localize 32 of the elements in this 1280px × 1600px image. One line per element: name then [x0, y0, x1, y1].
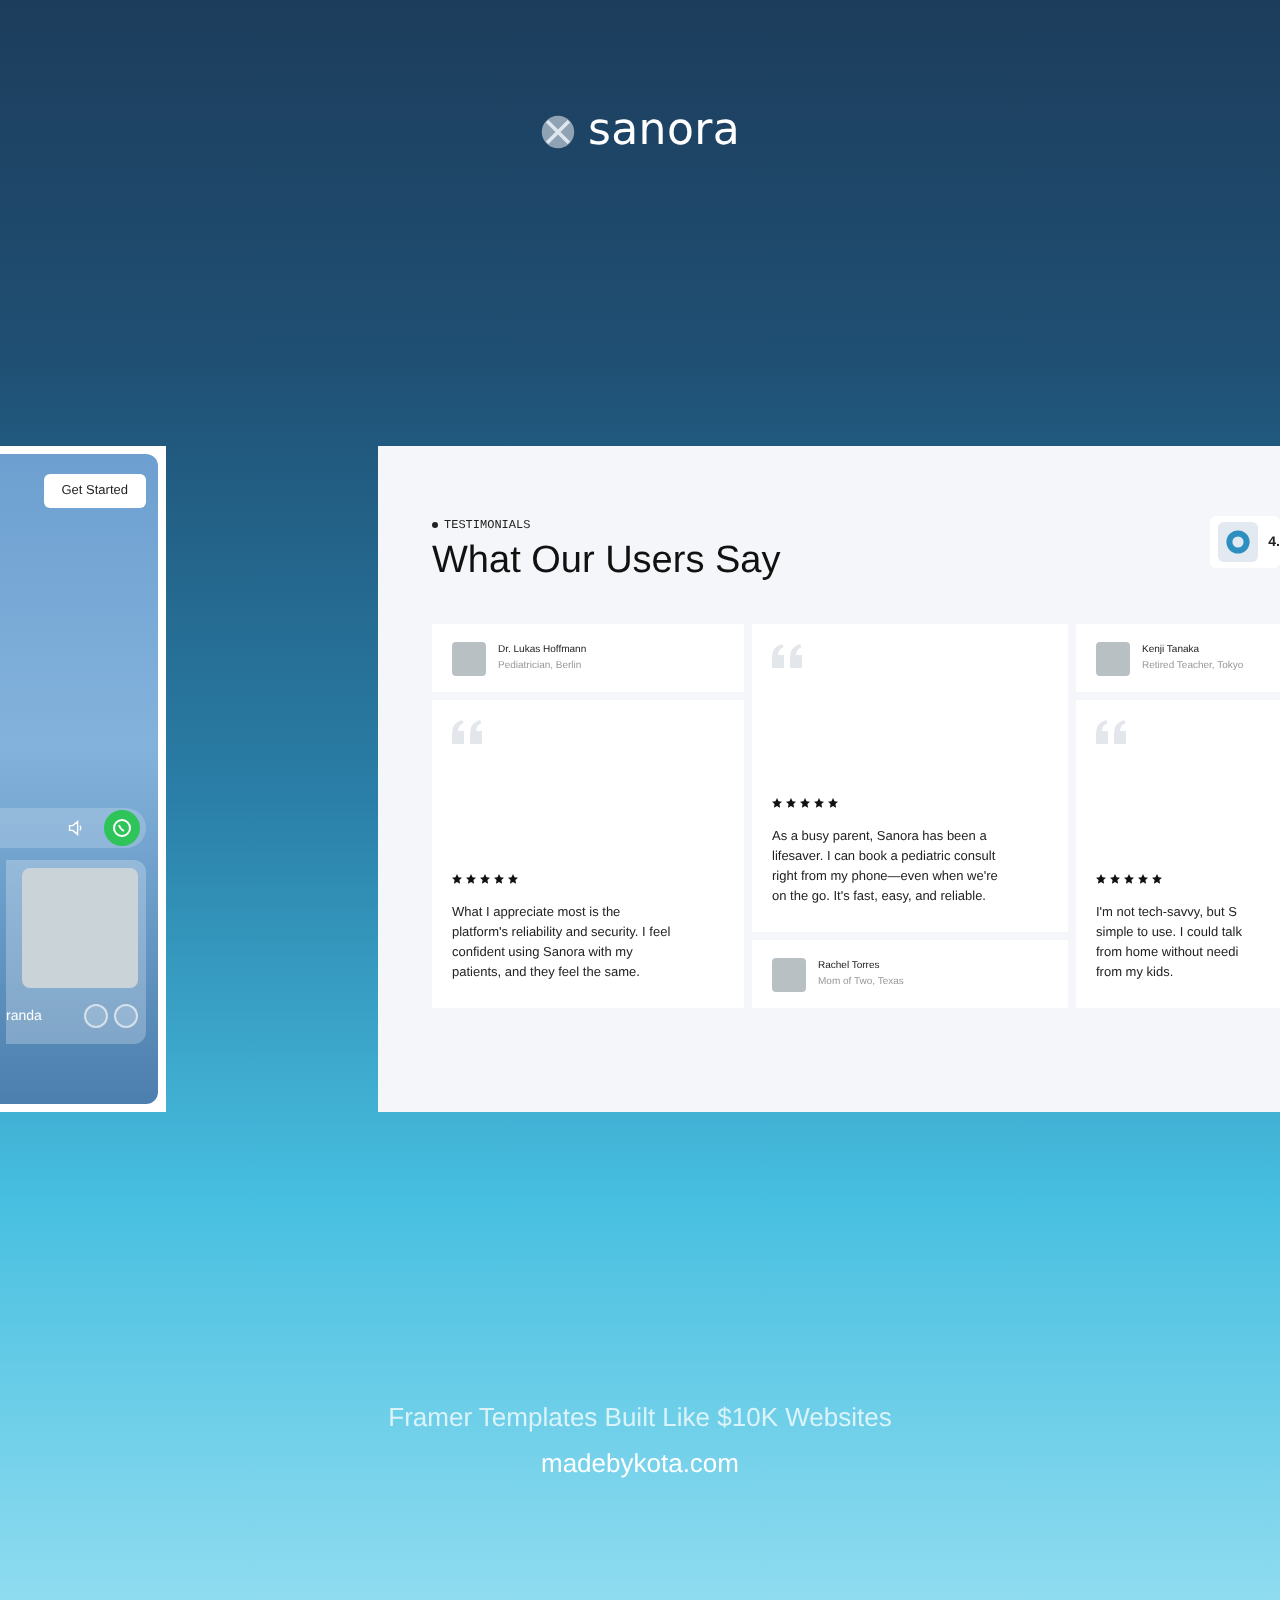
avatar-placeholder: [452, 641, 486, 675]
tagline: Framer Templates Built Like $10K Websites: [388, 1402, 892, 1432]
avatar-placeholder: [772, 957, 806, 991]
quote-mark-icon: [452, 720, 484, 744]
quote-mark-icon: [1096, 720, 1128, 744]
star-icon: [466, 874, 476, 884]
star-icon: [772, 798, 782, 808]
photo-placeholder: [22, 868, 138, 988]
star-icon: [1138, 874, 1148, 884]
section-title: What Our Users Say: [432, 540, 781, 584]
call-action-button[interactable]: [84, 1004, 108, 1028]
ring-icon: [1226, 530, 1251, 554]
star-icon: [800, 798, 810, 808]
star-icon: [828, 798, 838, 808]
brand-name: sanora: [587, 106, 741, 156]
star-icon: [508, 874, 518, 884]
speaker-icon[interactable]: [68, 820, 84, 836]
chat-button[interactable]: [104, 810, 140, 846]
star-icon: [1152, 874, 1162, 884]
star-icon: [1124, 874, 1134, 884]
star-icon: [814, 798, 824, 808]
call-action-button[interactable]: [114, 1004, 138, 1028]
star-icon: [1110, 874, 1120, 884]
quote-mark-icon: [772, 644, 804, 668]
star-icon: [494, 874, 504, 884]
bullet-icon: [432, 522, 438, 528]
logo-icon: [539, 113, 576, 149]
star-icon: [786, 798, 796, 808]
avatar-placeholder: [1096, 641, 1130, 675]
star-icon: [480, 874, 490, 884]
star-icon: [452, 874, 462, 884]
star-icon: [1096, 874, 1106, 884]
